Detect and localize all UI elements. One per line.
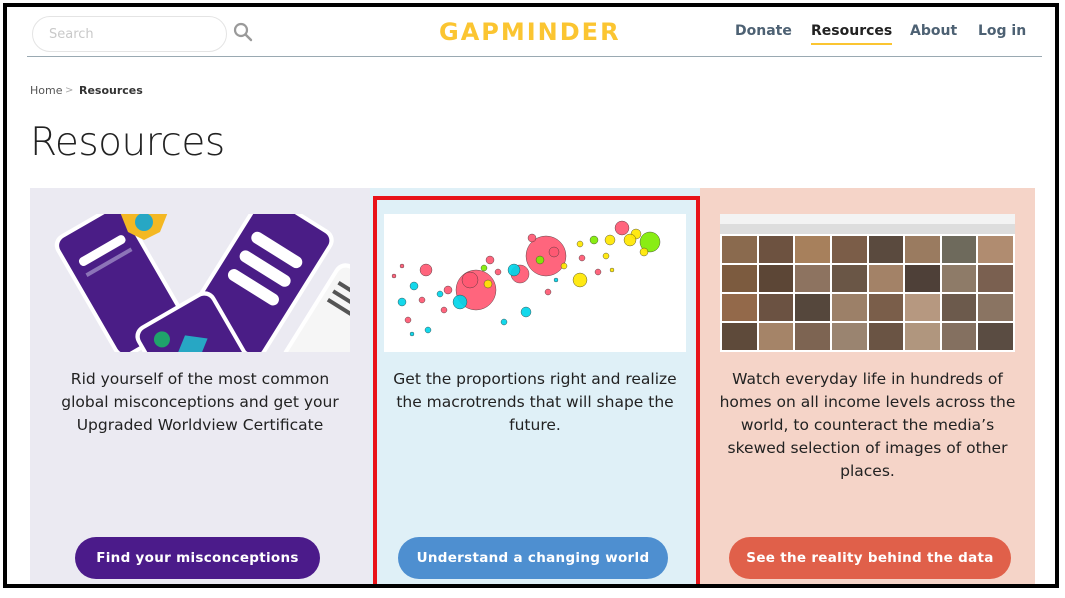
bubble-chart-image[interactable]	[384, 214, 686, 352]
understand-changing-world-button[interactable]: Understand a changing world	[398, 537, 668, 579]
page-title: Resources	[30, 120, 225, 165]
header-divider	[27, 56, 1042, 57]
search-input[interactable]	[33, 17, 226, 51]
worldview-app-image[interactable]	[50, 214, 350, 352]
nav-resources-label: Resources	[811, 23, 893, 39]
active-nav-underline	[811, 43, 893, 45]
search-icon[interactable]	[233, 22, 253, 42]
breadcrumb-current: Resources	[79, 84, 143, 97]
nav-donate[interactable]: Donate	[735, 23, 792, 39]
breadcrumb-separator: >	[65, 85, 74, 96]
search-box	[32, 16, 227, 52]
gapminder-logo[interactable]: GAPMINDER	[439, 18, 621, 46]
find-misconceptions-button[interactable]: Find your misconceptions	[75, 537, 320, 579]
resource-card-worldview: Rid yourself of the most common global m…	[30, 188, 370, 584]
see-reality-button[interactable]: See the reality behind the data	[729, 537, 1011, 579]
card-description: Get the proportions right and realize th…	[393, 370, 677, 434]
families-toolbar	[720, 214, 1015, 224]
nav-resources[interactable]: Resources	[811, 23, 893, 45]
card-description: Watch everyday life in hundreds of homes…	[719, 370, 1016, 480]
nav-login[interactable]: Log in	[978, 23, 1026, 39]
breadcrumb-home[interactable]: Home	[30, 84, 62, 97]
resource-card-trends: Get the proportions right and realize th…	[370, 188, 700, 584]
family-photo-grid	[722, 236, 1013, 350]
browser-viewport: GAPMINDER Donate Resources About Log in …	[3, 3, 1059, 588]
nav-about[interactable]: About	[910, 23, 957, 39]
card-description: Rid yourself of the most common global m…	[61, 370, 339, 434]
resource-card-dollar-street: Watch everyday life in hundreds of homes…	[700, 188, 1035, 584]
dollar-street-image[interactable]	[720, 214, 1015, 352]
income-scale	[720, 224, 1015, 234]
